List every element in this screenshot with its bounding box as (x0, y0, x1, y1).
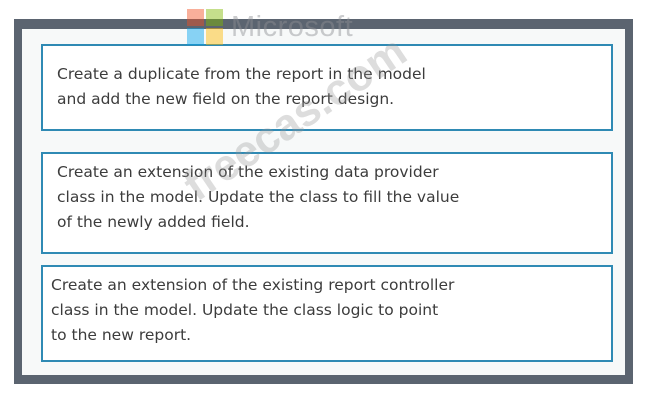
microsoft-watermark: Microsoft (187, 9, 353, 45)
logo-square-red (187, 9, 204, 26)
logo-square-green (206, 9, 223, 26)
watermark-brand-text: Microsoft (231, 10, 354, 43)
microsoft-logo-icon (187, 9, 223, 45)
answer-option-2[interactable]: Create an extension of the existing data… (41, 152, 613, 254)
logo-square-blue (187, 28, 204, 45)
logo-square-yellow (206, 28, 223, 45)
answer-option-3[interactable]: Create an extension of the existing repo… (41, 265, 613, 362)
answer-option-text: Create an extension of the existing data… (57, 163, 460, 231)
answer-option-text: Create an extension of the existing repo… (51, 276, 455, 344)
